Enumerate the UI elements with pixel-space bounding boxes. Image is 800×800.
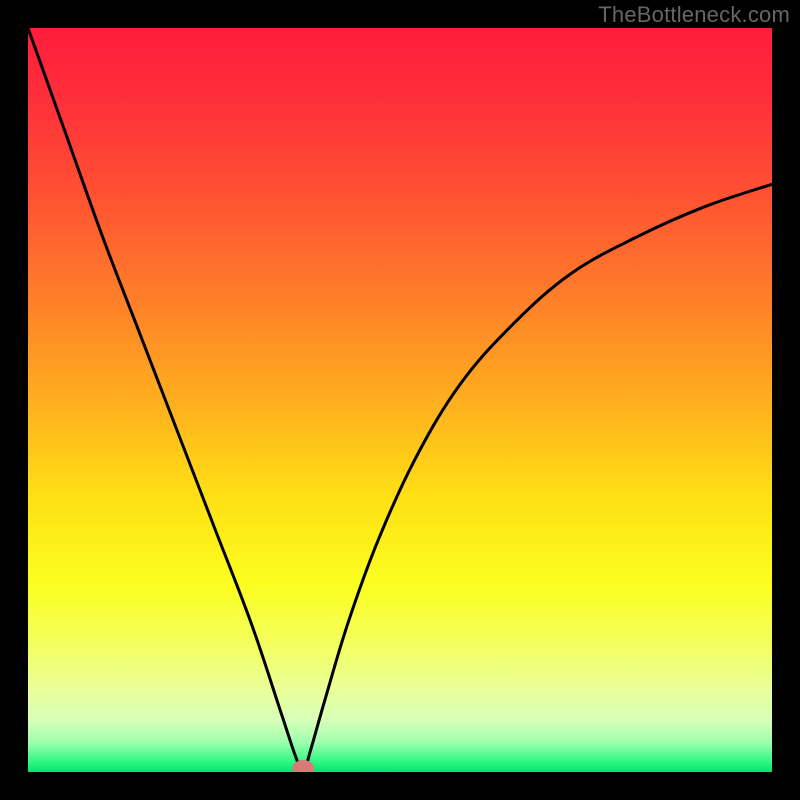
gradient-background <box>28 28 772 772</box>
plot-area <box>28 28 772 772</box>
chart-svg <box>28 28 772 772</box>
chart-container: TheBottleneck.com <box>0 0 800 800</box>
watermark-text: TheBottleneck.com <box>598 2 790 28</box>
